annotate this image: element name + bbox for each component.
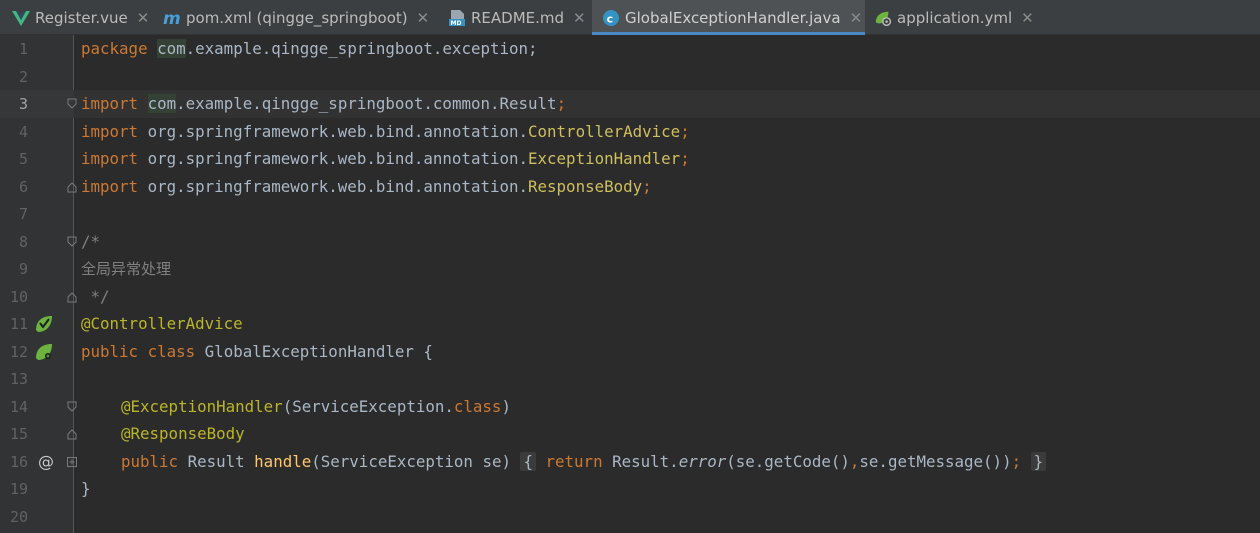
close-icon[interactable]: ✕	[850, 9, 863, 27]
fold-open-icon[interactable]	[67, 401, 77, 413]
comment-text[interactable]: /*	[81, 228, 100, 256]
code-line-9: 9 全局异常处理	[0, 255, 1260, 283]
line-number: 19	[9, 480, 28, 498]
tab-global-exception-handler[interactable]: c GlobalExceptionHandler.java ✕	[592, 0, 865, 35]
code-line-2: 2	[0, 63, 1260, 91]
code-line-13: 13	[0, 365, 1260, 393]
tab-register-vue[interactable]: Register.vue ✕	[12, 0, 149, 35]
code-text[interactable]: public Result handle(ServiceException se…	[121, 448, 1047, 476]
line-number: 7	[18, 205, 28, 223]
line-number: 1	[18, 40, 28, 58]
fold-close-icon[interactable]	[67, 428, 77, 440]
tab-label: pom.xml (qingge_springboot)	[186, 8, 408, 27]
code-text[interactable]: }	[81, 475, 91, 503]
line-number: 5	[18, 150, 28, 168]
close-icon[interactable]: ✕	[573, 9, 586, 27]
code-line-6: 6 import org.springframework.web.bind.an…	[0, 173, 1260, 201]
line-number: 12	[9, 343, 28, 361]
fold-close-icon[interactable]	[67, 181, 77, 193]
line-number: 15	[9, 425, 28, 443]
comment-text[interactable]: 全局异常处理	[81, 255, 171, 283]
code-line-3: 3 import com.example.qingge_springboot.c…	[0, 90, 1260, 118]
markdown-icon: MD	[448, 9, 466, 27]
tab-readme-md[interactable]: MD README.md ✕	[448, 0, 586, 35]
code-text[interactable]: import com.example.qingge_springboot.com…	[81, 90, 566, 118]
line-number: 16	[9, 453, 28, 471]
code-line-16: 16 @ public Result handle(ServiceExcepti…	[0, 448, 1260, 476]
annotation-text[interactable]: @ResponseBody	[121, 420, 245, 448]
line-number: 13	[9, 370, 28, 388]
spring-bean-icon[interactable]	[34, 342, 54, 362]
close-icon[interactable]: ✕	[417, 9, 430, 27]
code-text[interactable]: import org.springframework.web.bind.anno…	[81, 118, 690, 146]
line-number: 11	[9, 315, 28, 333]
line-number: 14	[9, 398, 28, 416]
tab-label: application.yml	[897, 8, 1013, 27]
svg-text:m: m	[163, 10, 181, 26]
code-line-20: 20	[0, 503, 1260, 531]
tab-label: Register.vue	[35, 8, 128, 27]
fold-open-icon[interactable]	[67, 236, 77, 248]
fold-expand-icon[interactable]	[67, 456, 77, 468]
code-text[interactable]: public class GlobalExceptionHandler {	[81, 338, 433, 366]
svg-text:c: c	[607, 12, 614, 25]
code-line-8: 8 /*	[0, 228, 1260, 256]
code-text[interactable]: package com.example.qingge_springboot.ex…	[81, 35, 538, 63]
code-line-11: 11 @ControllerAdvice	[0, 310, 1260, 338]
code-line-14: 14 @ExceptionHandler(ServiceException.cl…	[0, 393, 1260, 421]
tab-application-yml[interactable]: application.yml ✕	[874, 0, 1034, 35]
vue-icon	[12, 9, 30, 27]
line-number: 6	[18, 178, 28, 196]
line-number: 3	[18, 95, 28, 113]
fold-close-icon[interactable]	[67, 291, 77, 303]
line-number: 8	[18, 233, 28, 251]
line-number: 10	[9, 288, 28, 306]
at-sign-icon[interactable]: @	[38, 448, 54, 476]
editor-tab-bar: Register.vue ✕ m pom.xml (qingge_springb…	[0, 0, 1260, 35]
comment-text[interactable]: */	[81, 283, 110, 311]
code-line-1: 1 package com.example.qingge_springboot.…	[0, 35, 1260, 63]
java-class-icon: c	[602, 9, 620, 27]
annotation-text[interactable]: @ControllerAdvice	[81, 310, 243, 338]
tab-label: GlobalExceptionHandler.java	[625, 8, 841, 27]
fold-open-icon[interactable]	[67, 98, 77, 110]
close-icon[interactable]: ✕	[137, 9, 150, 27]
line-number: 9	[18, 260, 28, 278]
code-text[interactable]: import org.springframework.web.bind.anno…	[81, 145, 690, 173]
code-line-4: 4 import org.springframework.web.bind.an…	[0, 118, 1260, 146]
svg-text:MD: MD	[451, 20, 462, 27]
code-text[interactable]: import org.springframework.web.bind.anno…	[81, 173, 652, 201]
code-line-10: 10 */	[0, 283, 1260, 311]
tab-pom-xml[interactable]: m pom.xml (qingge_springboot) ✕	[163, 0, 429, 35]
code-line-15: 15 @ResponseBody	[0, 420, 1260, 448]
spring-config-icon	[874, 9, 892, 27]
line-number: 20	[9, 508, 28, 526]
line-number: 2	[18, 68, 28, 86]
spring-bean-icon[interactable]	[34, 314, 54, 334]
code-line-12: 12 public class GlobalExceptionHandler {	[0, 338, 1260, 366]
code-line-7: 7	[0, 200, 1260, 228]
code-text[interactable]: @ExceptionHandler(ServiceException.class…	[121, 393, 511, 421]
code-line-5: 5 import org.springframework.web.bind.an…	[0, 145, 1260, 173]
code-line-19: 19 }	[0, 475, 1260, 503]
close-icon[interactable]: ✕	[1021, 9, 1034, 27]
line-number: 4	[18, 123, 28, 141]
maven-icon: m	[163, 9, 181, 27]
tab-label: README.md	[471, 8, 565, 27]
